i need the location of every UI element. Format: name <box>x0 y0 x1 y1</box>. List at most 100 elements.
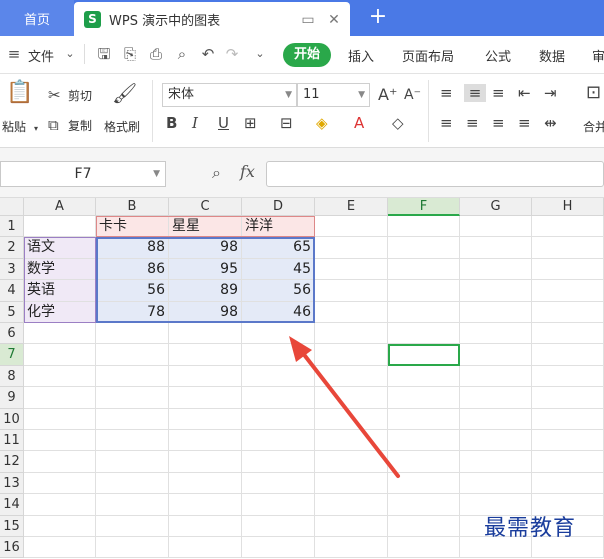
row-header-13[interactable]: 13 <box>0 472 24 495</box>
cell-a16[interactable] <box>24 537 96 559</box>
cell-h12[interactable] <box>532 451 604 473</box>
cell-h11[interactable] <box>532 430 604 452</box>
cell-a6[interactable] <box>24 323 96 345</box>
redo-icon[interactable]: ↷ <box>222 44 242 64</box>
distribute-icon[interactable]: ⇹ <box>544 114 557 132</box>
cell-a15[interactable] <box>24 515 96 537</box>
row-header-1[interactable]: 1 <box>0 216 24 238</box>
cell-f1[interactable] <box>388 216 460 238</box>
column-header-d[interactable]: D <box>242 198 315 216</box>
cell-a8[interactable] <box>24 365 96 388</box>
align-left-icon[interactable]: ≡ <box>440 114 453 132</box>
row-header-15[interactable]: 15 <box>0 515 24 537</box>
column-header-c[interactable]: C <box>169 198 242 216</box>
cell-b12[interactable] <box>96 451 169 473</box>
cell-f6[interactable] <box>388 323 460 345</box>
indent-decrease-icon[interactable]: ⇤ <box>518 84 531 102</box>
cell-g5[interactable] <box>460 301 532 323</box>
cell-c8[interactable] <box>169 365 242 388</box>
cell-h9[interactable] <box>532 387 604 409</box>
copy-icon[interactable]: ⧉ <box>48 116 59 134</box>
column-header-b[interactable]: B <box>96 198 169 216</box>
cell-a11[interactable] <box>24 430 96 452</box>
cell-g6[interactable] <box>460 323 532 345</box>
cell-f13[interactable] <box>388 472 460 495</box>
cell-a12[interactable] <box>24 451 96 473</box>
cell-c14[interactable] <box>169 494 242 516</box>
cell-e11[interactable] <box>315 430 388 452</box>
cut-button[interactable]: 剪切 <box>68 87 92 104</box>
cell-a7[interactable] <box>24 344 96 366</box>
spreadsheet-grid[interactable]: A B C D E F G H 1 2 3 4 5 6 7 8 9 10 11 12 13 14 15 16 卡卡 星星 洋洋 语文 8… <box>0 198 604 559</box>
cell-d7[interactable] <box>242 344 315 366</box>
cell-e2[interactable] <box>315 237 388 259</box>
cell-d9[interactable] <box>242 387 315 409</box>
cell-c15[interactable] <box>169 515 242 537</box>
export-icon[interactable]: ⎘ <box>120 44 140 64</box>
cell-e7[interactable] <box>315 344 388 366</box>
chevron-down-icon[interactable]: ⌄ <box>60 44 80 64</box>
zoom-search-icon[interactable]: ⌕ <box>212 163 221 183</box>
row-header-10[interactable]: 10 <box>0 408 24 430</box>
cell-b13[interactable] <box>96 472 169 495</box>
format-painter-icon[interactable]: 🖌 <box>112 83 137 103</box>
undo-icon[interactable]: ↶ <box>198 44 218 64</box>
cell-c9[interactable] <box>169 387 242 409</box>
cell-c6[interactable] <box>169 323 242 345</box>
cell-e9[interactable] <box>315 387 388 409</box>
borders-icon[interactable]: ⊞ <box>244 114 257 132</box>
row-header-3[interactable]: 3 <box>0 258 24 281</box>
menu-start[interactable]: 开始 <box>283 43 331 67</box>
menu-insert[interactable]: 插入 <box>348 46 374 65</box>
fill-color-icon[interactable]: ◈ <box>316 114 328 132</box>
row-header-11[interactable]: 11 <box>0 430 24 452</box>
cell-h2[interactable] <box>532 237 604 259</box>
column-header-g[interactable]: G <box>460 198 532 216</box>
column-header-e[interactable]: E <box>315 198 388 216</box>
menu-formulas[interactable]: 公式 <box>485 46 511 65</box>
menu-review[interactable]: 审 <box>592 46 604 65</box>
cell-h10[interactable] <box>532 408 604 430</box>
cell-c11[interactable] <box>169 430 242 452</box>
cell-e1[interactable] <box>315 216 388 238</box>
cell-g11[interactable] <box>460 430 532 452</box>
justify-icon[interactable]: ≡ <box>518 114 531 132</box>
menu-page-layout[interactable]: 页面布局 <box>402 46 454 65</box>
cell-d8[interactable] <box>242 365 315 388</box>
cell-h8[interactable] <box>532 365 604 388</box>
cell-h13[interactable] <box>532 472 604 495</box>
cell-b15[interactable] <box>96 515 169 537</box>
cell-e13[interactable] <box>315 472 388 495</box>
row-header-5[interactable]: 5 <box>0 301 24 323</box>
cell-f2[interactable] <box>388 237 460 259</box>
cell-b7[interactable] <box>96 344 169 366</box>
cell-e12[interactable] <box>315 451 388 473</box>
cell-e4[interactable] <box>315 280 388 302</box>
underline-button[interactable]: U <box>218 114 229 132</box>
merge-button[interactable]: 合并 <box>583 118 604 135</box>
cell-b16[interactable] <box>96 537 169 559</box>
paste-chevron-icon[interactable]: ▾ <box>34 120 38 138</box>
menu-hamburger-icon[interactable]: ≡ <box>4 44 24 64</box>
paste-icon[interactable]: 📋 <box>6 82 33 104</box>
formula-input[interactable] <box>266 161 604 187</box>
cell-e14[interactable] <box>315 494 388 516</box>
cell-e16[interactable] <box>315 537 388 559</box>
cell-d10[interactable] <box>242 408 315 430</box>
cell-g2[interactable] <box>460 237 532 259</box>
cell-b14[interactable] <box>96 494 169 516</box>
paste-button[interactable]: 粘贴 <box>2 118 26 135</box>
cell-e6[interactable] <box>315 323 388 345</box>
cell-e3[interactable] <box>315 258 388 281</box>
indent-increase-icon[interactable]: ⇥ <box>544 84 557 102</box>
decrease-font-icon[interactable]: A⁻ <box>404 86 421 104</box>
new-tab-button[interactable]: + <box>365 4 391 30</box>
cell-f5[interactable] <box>388 301 460 323</box>
cell-f4[interactable] <box>388 280 460 302</box>
cell-h1[interactable] <box>532 216 604 238</box>
align-right-icon[interactable]: ≡ <box>492 114 505 132</box>
cell-style-icon[interactable]: ⊟ <box>280 114 293 132</box>
monitor-icon[interactable]: ▭ <box>300 12 316 28</box>
cell-g7[interactable] <box>460 344 532 366</box>
name-box[interactable]: F7 ▼ <box>0 161 166 187</box>
